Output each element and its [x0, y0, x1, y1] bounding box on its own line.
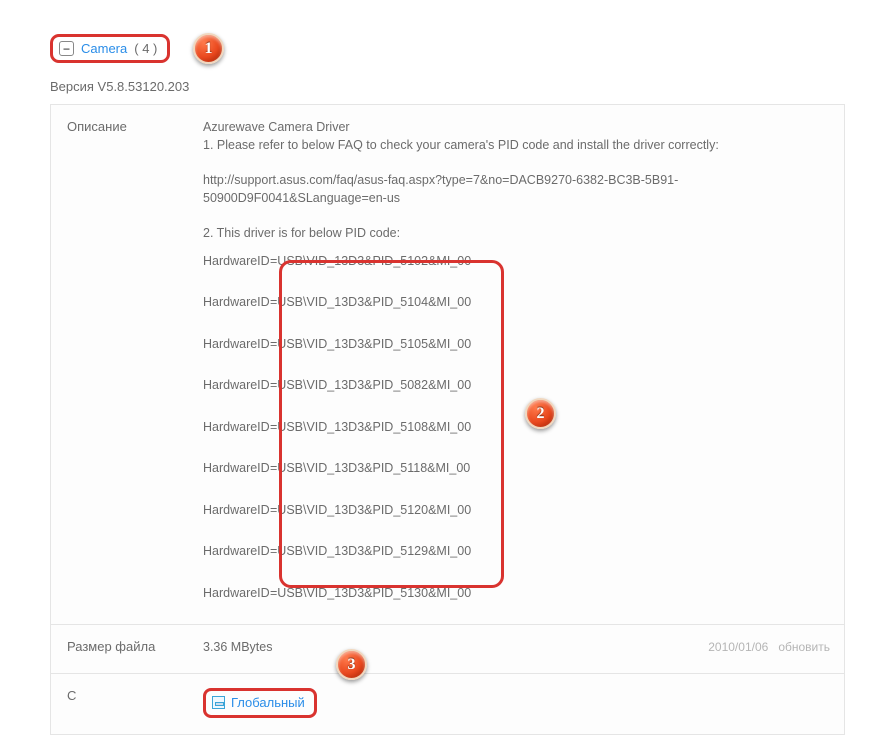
hardware-id-line: HardwareID=USB\VID_13D3&PID_5129&MI_00: [203, 543, 830, 561]
hardware-id-list: HardwareID=USB\VID_13D3&PID_5102&MI_00Ha…: [203, 253, 830, 603]
callout-2: 2: [525, 398, 556, 429]
hw-prefix: HardwareID: [203, 543, 270, 561]
hw-value: =USB\VID_13D3&PID_5102&MI_00: [270, 253, 471, 271]
category-count: ( 4 ): [134, 41, 157, 56]
hw-prefix: HardwareID: [203, 460, 270, 478]
desc-line2: 2. This driver is for below PID code:: [203, 225, 830, 243]
desc-line1: 1. Please refer to below FAQ to check yo…: [203, 137, 830, 155]
hardware-id-line: HardwareID=USB\VID_13D3&PID_5105&MI_00: [203, 336, 830, 354]
callout-1: 1: [193, 33, 224, 64]
download-label: Глобальный: [231, 694, 305, 712]
category-name: Camera: [81, 41, 127, 56]
hw-value: =USB\VID_13D3&PID_5130&MI_00: [270, 585, 471, 603]
category-toggle[interactable]: − Camera ( 4 ): [50, 34, 170, 63]
row-download: С Глобальный: [51, 674, 844, 734]
disk-icon: [212, 696, 225, 709]
hardware-id-line: HardwareID=USB\VID_13D3&PID_5102&MI_00: [203, 253, 830, 271]
desc-title: Azurewave Camera Driver: [203, 119, 830, 137]
hw-value: =USB\VID_13D3&PID_5129&MI_00: [270, 543, 471, 561]
hw-value: =USB\VID_13D3&PID_5120&MI_00: [270, 502, 471, 520]
filesize-meta: 2010/01/06 обновить: [708, 639, 830, 656]
hw-prefix: HardwareID: [203, 294, 270, 312]
hw-value: =USB\VID_13D3&PID_5118&MI_00: [270, 460, 470, 478]
hardware-id-line: HardwareID=USB\VID_13D3&PID_5104&MI_00: [203, 294, 830, 312]
download-global-link[interactable]: Глобальный: [203, 688, 317, 718]
hardware-id-line: HardwareID=USB\VID_13D3&PID_5118&MI_00: [203, 460, 830, 478]
value-filesize: 3.36 MBytes 2010/01/06 обновить: [199, 625, 844, 673]
hw-prefix: HardwareID: [203, 377, 270, 395]
hw-value: =USB\VID_13D3&PID_5104&MI_00: [270, 294, 471, 312]
hardware-id-line: HardwareID=USB\VID_13D3&PID_5130&MI_00: [203, 585, 830, 603]
hw-prefix: HardwareID: [203, 419, 270, 437]
row-filesize: Размер файла 3.36 MBytes 2010/01/06 обно…: [51, 625, 844, 674]
hw-value: =USB\VID_13D3&PID_5105&MI_00: [270, 336, 471, 354]
label-description: Описание: [51, 105, 199, 624]
driver-panel: Описание Azurewave Camera Driver 1. Plea…: [50, 104, 845, 735]
label-filesize: Размер файла: [51, 625, 199, 673]
hw-prefix: HardwareID: [203, 502, 270, 520]
hardware-id-line: HardwareID=USB\VID_13D3&PID_5108&MI_00: [203, 419, 830, 437]
collapse-icon: −: [59, 41, 74, 56]
filesize-value: 3.36 MBytes: [203, 639, 272, 657]
hw-prefix: HardwareID: [203, 336, 270, 354]
desc-faq-url: http://support.asus.com/faq/asus-faq.asp…: [203, 172, 830, 207]
callout-3: 3: [336, 649, 367, 680]
version-text: Версия V5.8.53120.203: [50, 79, 845, 94]
hw-value: =USB\VID_13D3&PID_5108&MI_00: [270, 419, 471, 437]
value-download: Глобальный: [199, 674, 844, 734]
value-description: Azurewave Camera Driver 1. Please refer …: [199, 105, 844, 624]
row-description: Описание Azurewave Camera Driver 1. Plea…: [51, 105, 844, 625]
hardware-id-line: HardwareID=USB\VID_13D3&PID_5120&MI_00: [203, 502, 830, 520]
hw-prefix: HardwareID: [203, 585, 270, 603]
hw-prefix: HardwareID: [203, 253, 270, 271]
hardware-id-line: HardwareID=USB\VID_13D3&PID_5082&MI_00: [203, 377, 830, 395]
hw-value: =USB\VID_13D3&PID_5082&MI_00: [270, 377, 471, 395]
label-from: С: [51, 674, 199, 734]
